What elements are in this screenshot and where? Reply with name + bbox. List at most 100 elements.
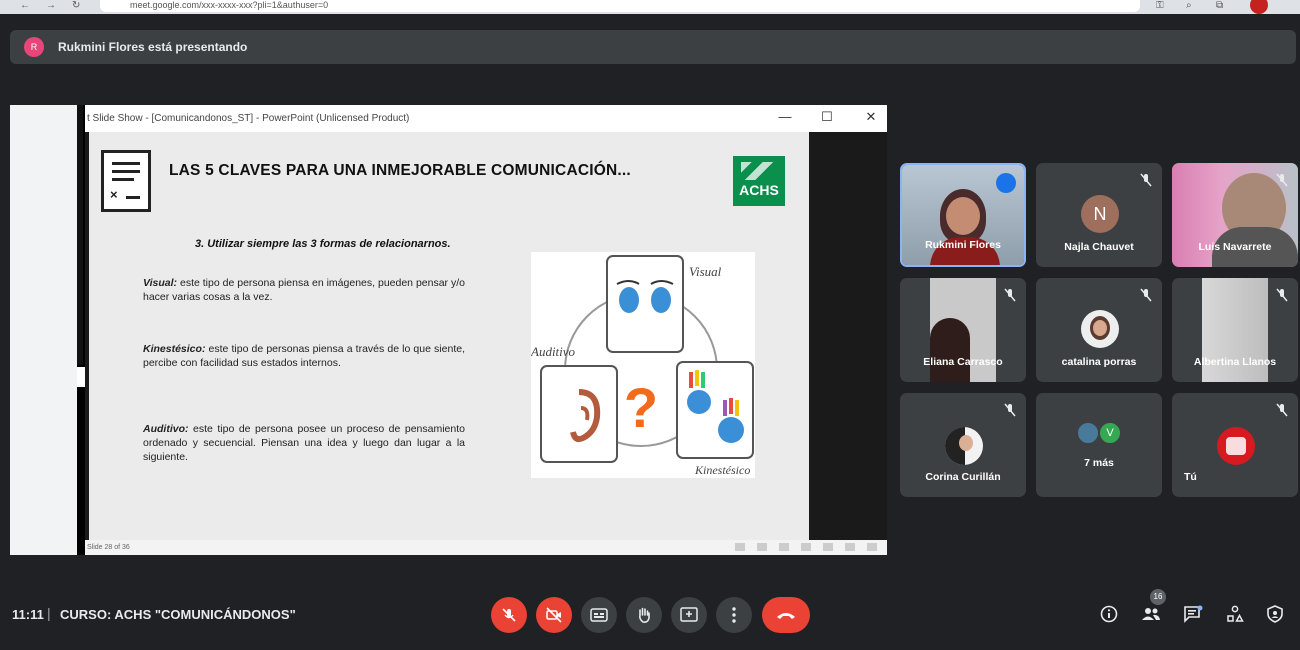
- present-now-button[interactable]: [671, 597, 707, 633]
- participant-name: Corina Curillán: [925, 471, 1001, 483]
- key-icon[interactable]: ⚿: [1156, 0, 1164, 11]
- slide-canvas: × LAS 5 CLAVES PARA UNA INMEJORABLE COMU…: [89, 132, 809, 540]
- achs-logo: ACHS: [733, 156, 785, 206]
- leave-call-button[interactable]: [762, 597, 810, 633]
- meeting-clock: 11:11: [12, 607, 44, 622]
- group-avatar-letter: V: [1098, 421, 1122, 445]
- group-avatar: [1076, 421, 1100, 445]
- visual-text: este tipo de persona piensa en imágenes,…: [143, 277, 465, 303]
- participant-tile[interactable]: Tú: [1172, 393, 1298, 497]
- mic-off-icon: [502, 608, 516, 622]
- presenter-avatar: R: [24, 37, 44, 57]
- meeting-title: CURSO: ACHS "COMUNICÁNDONOS": [60, 607, 296, 622]
- participant-name: Tú: [1184, 471, 1197, 483]
- extensions-icon[interactable]: ⧉: [1216, 0, 1223, 11]
- powerpoint-window: t Slide Show - [Comunicandonos_ST] - Pow…: [85, 105, 887, 555]
- profile-avatar[interactable]: [1250, 0, 1268, 14]
- presenting-label: Rukmini Flores está presentando: [58, 40, 248, 54]
- stage-divider: [77, 105, 83, 365]
- auditivo-paragraph: Auditivo: este tipo de persona posee un …: [143, 422, 465, 464]
- zoom-in-icon[interactable]: [867, 543, 877, 551]
- kinestesico-label: Kinestésico: [694, 463, 750, 477]
- maximize-icon[interactable]: ☐: [817, 109, 837, 125]
- reading-view-icon[interactable]: [801, 543, 811, 551]
- participant-tile[interactable]: N Najla Chauvet: [1036, 163, 1162, 267]
- visual-paragraph: Visual: este tipo de persona piensa en i…: [143, 276, 465, 304]
- activities-button[interactable]: [1222, 601, 1248, 627]
- participant-tile[interactable]: Corina Curillán: [900, 393, 1026, 497]
- avatar: [1217, 427, 1255, 465]
- raise-hand-button[interactable]: [626, 597, 662, 633]
- slide-counter: Slide 28 of 36: [87, 544, 130, 551]
- participant-tile[interactable]: Rukmini Flores: [900, 163, 1026, 267]
- people-button[interactable]: [1138, 601, 1164, 627]
- notes-icon[interactable]: [735, 543, 745, 551]
- eyes-card: [606, 255, 684, 353]
- mic-off-icon: [1276, 288, 1288, 302]
- more-options-icon[interactable]: [996, 173, 1016, 193]
- powerpoint-title: t Slide Show - [Comunicandonos_ST] - Pow…: [87, 113, 410, 124]
- hand-icon: [639, 607, 650, 623]
- mic-off-icon: [1004, 288, 1016, 302]
- camera-toggle-button[interactable]: [536, 597, 572, 633]
- mic-off-icon: [1004, 403, 1016, 417]
- chat-button[interactable]: [1180, 601, 1206, 627]
- more-vert-icon: [732, 607, 736, 623]
- mic-off-icon: [1140, 173, 1152, 187]
- hang-up-icon: [777, 613, 795, 619]
- participant-name: Najla Chauvet: [1064, 241, 1134, 253]
- document-icon: ×: [101, 150, 151, 212]
- close-icon[interactable]: ✕: [861, 109, 881, 125]
- kinestesico-term: Kinestésico:: [143, 343, 206, 355]
- powerpoint-titlebar: t Slide Show - [Comunicandonos_ST] - Pow…: [85, 105, 887, 132]
- participant-name: Eliana Carrasco: [923, 356, 1003, 368]
- learning-styles-illustration: ? Visual Auditivo Kinestésico: [530, 252, 755, 478]
- forward-icon[interactable]: →: [46, 0, 56, 11]
- mic-off-icon: [1276, 173, 1288, 187]
- reload-icon[interactable]: ↻: [72, 0, 80, 11]
- avatar: N: [1081, 195, 1119, 233]
- stage-left-panel: [10, 105, 77, 555]
- participant-tile[interactable]: Albertina Llanos: [1172, 278, 1298, 382]
- meeting-controls-bar: 11:11 | CURSO: ACHS "COMUNICÁNDONOS" 16: [0, 585, 1300, 645]
- address-bar[interactable]: meet.google.com/xxx-xxxx-xxx?pli=1&authu…: [100, 0, 1140, 12]
- normal-view-icon[interactable]: [757, 543, 767, 551]
- participant-tile[interactable]: V 7 más: [1036, 393, 1162, 497]
- activities-icon: [1227, 605, 1244, 622]
- auditivo-text: este tipo de persona posee un proceso de…: [143, 423, 465, 463]
- divider: |: [47, 605, 51, 621]
- minimize-icon[interactable]: —: [775, 109, 795, 124]
- chat-icon: [1184, 605, 1203, 623]
- slide-heading: LAS 5 CLAVES PARA UNA INMEJORABLE COMUNI…: [169, 162, 631, 179]
- back-icon[interactable]: ←: [20, 0, 30, 11]
- auditivo-term: Auditivo:: [143, 423, 189, 435]
- people-count-badge: 16: [1150, 589, 1166, 605]
- hands-card: [676, 361, 754, 459]
- auditivo-label: Auditivo: [531, 344, 576, 359]
- avatar: [945, 427, 983, 465]
- captions-button[interactable]: [581, 597, 617, 633]
- slideshow-status-bar: Slide 28 of 36: [85, 540, 887, 555]
- sorter-view-icon[interactable]: [779, 543, 789, 551]
- zoom-out-icon[interactable]: [845, 543, 855, 551]
- mic-toggle-button[interactable]: [491, 597, 527, 633]
- participant-tile[interactable]: catalina porras: [1036, 278, 1162, 382]
- more-options-button[interactable]: [716, 597, 752, 633]
- mic-off-icon: [1276, 403, 1288, 417]
- ear-card: [540, 365, 618, 463]
- zoom-icon[interactable]: ⌕: [1186, 0, 1192, 11]
- participant-name: catalina porras: [1061, 356, 1137, 368]
- host-controls-button[interactable]: [1262, 601, 1288, 627]
- question-mark-icon: ?: [624, 376, 658, 439]
- present-icon: [680, 607, 698, 622]
- participant-tile[interactable]: Luis Navarrete: [1172, 163, 1298, 267]
- stage-marker: [77, 367, 85, 387]
- participant-tile[interactable]: Eliana Carrasco: [900, 278, 1026, 382]
- more-participants-label: 7 más: [1084, 457, 1114, 469]
- captions-icon: [590, 608, 608, 622]
- shield-icon: [1267, 605, 1283, 623]
- kinestesico-paragraph: Kinestésico: este tipo de personas piens…: [143, 342, 465, 370]
- meeting-details-button[interactable]: [1096, 601, 1122, 627]
- slideshow-view-icon[interactable]: [823, 543, 833, 551]
- presentation-stage: t Slide Show - [Comunicandonos_ST] - Pow…: [10, 105, 887, 555]
